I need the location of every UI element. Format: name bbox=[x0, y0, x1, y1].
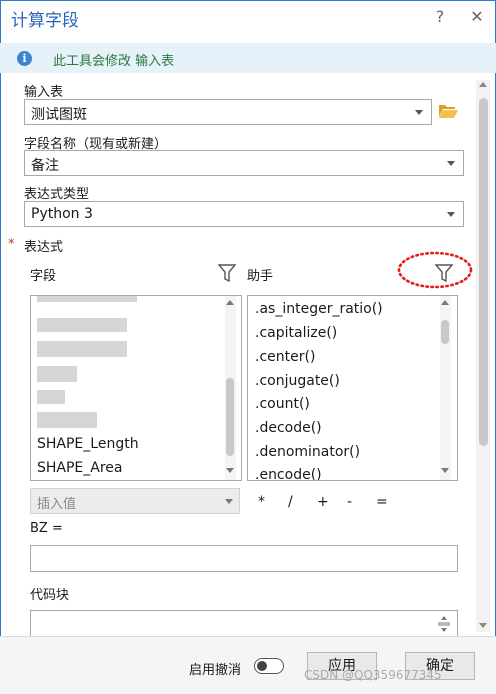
code-block-label: 代码块 bbox=[30, 588, 70, 603]
fields-list[interactable]: SHAPE_Length SHAPE_Area bbox=[30, 295, 242, 481]
helper-item[interactable]: .capitalize() bbox=[255, 325, 337, 341]
blurred-field bbox=[37, 296, 137, 302]
operator-equals-button[interactable]: = bbox=[376, 494, 388, 510]
helper-item[interactable]: .center() bbox=[255, 349, 315, 365]
folder-open-icon[interactable] bbox=[438, 103, 458, 119]
scroll-down-arrow-icon[interactable] bbox=[226, 468, 234, 473]
title-bar: 计算字段 ? ✕ bbox=[0, 0, 496, 36]
required-mark: * bbox=[8, 237, 15, 252]
scroll-down-arrow-icon[interactable] bbox=[479, 623, 487, 628]
expression-target-label: BZ = bbox=[30, 521, 63, 536]
resize-handle-icon[interactable] bbox=[437, 615, 451, 633]
helper-item[interactable]: .as_integer_ratio() bbox=[255, 301, 383, 317]
chevron-down-icon bbox=[225, 499, 233, 504]
helper-item[interactable]: .denominator() bbox=[255, 444, 360, 460]
operator-divide-button[interactable]: / bbox=[288, 494, 293, 510]
window-title: 计算字段 bbox=[11, 11, 79, 31]
operator-minus-button[interactable]: - bbox=[347, 494, 352, 510]
operator-multiply-button[interactable]: * bbox=[258, 494, 265, 510]
close-button[interactable]: ✕ bbox=[465, 6, 489, 28]
enable-undo-toggle[interactable] bbox=[254, 658, 284, 674]
helper-item[interactable]: .conjugate() bbox=[255, 373, 340, 389]
helper-item[interactable]: .decode() bbox=[255, 420, 322, 436]
enable-undo-label: 启用撤消 bbox=[189, 663, 242, 678]
blurred-field bbox=[37, 366, 77, 382]
field-name-value: 备注 bbox=[31, 158, 59, 174]
input-table-dropdown[interactable]: 测试图斑 bbox=[24, 99, 432, 125]
helper-item[interactable]: .count() bbox=[255, 396, 310, 412]
blurred-field bbox=[37, 412, 97, 428]
info-icon: i bbox=[17, 51, 32, 66]
expression-label: 表达式 bbox=[24, 240, 64, 255]
expression-type-value: Python 3 bbox=[31, 206, 93, 222]
chevron-down-icon bbox=[447, 161, 455, 166]
helpers-list[interactable]: .as_integer_ratio() .capitalize() .cente… bbox=[247, 295, 458, 481]
toggle-knob bbox=[257, 661, 267, 671]
insert-value-placeholder: 插入值 bbox=[37, 497, 77, 512]
input-table-label: 输入表 bbox=[24, 85, 64, 100]
expression-input[interactable] bbox=[30, 545, 458, 572]
blurred-field bbox=[37, 341, 127, 357]
info-bar: i 此工具会修改 输入表 bbox=[0, 43, 496, 73]
fields-header: 字段 bbox=[30, 269, 57, 284]
blurred-field bbox=[37, 390, 65, 404]
scroll-down-arrow-icon[interactable] bbox=[441, 468, 449, 473]
field-item[interactable]: SHAPE_Area bbox=[37, 460, 123, 476]
expression-type-label: 表达式类型 bbox=[24, 187, 90, 202]
expression-type-dropdown[interactable]: Python 3 bbox=[24, 201, 464, 227]
highlight-circle bbox=[397, 251, 473, 289]
help-button[interactable]: ? bbox=[428, 6, 452, 28]
watermark: CSDN @QQ359677345 bbox=[304, 668, 442, 682]
chevron-down-icon bbox=[415, 110, 423, 115]
chevron-down-icon bbox=[447, 212, 455, 217]
operator-plus-button[interactable]: + bbox=[317, 494, 329, 510]
scroll-up-arrow-icon[interactable] bbox=[441, 300, 449, 305]
field-name-dropdown[interactable]: 备注 bbox=[24, 150, 464, 176]
blurred-field bbox=[37, 318, 127, 332]
scroll-up-arrow-icon[interactable] bbox=[479, 82, 487, 87]
panel-scroll-thumb[interactable] bbox=[479, 98, 488, 446]
helpers-header: 助手 bbox=[247, 269, 274, 284]
info-message: 此工具会修改 输入表 bbox=[53, 54, 175, 69]
input-table-value: 测试图斑 bbox=[31, 107, 87, 123]
helpers-scroll-thumb[interactable] bbox=[441, 320, 449, 344]
helper-item[interactable]: .encode() bbox=[255, 467, 322, 480]
insert-value-dropdown[interactable]: 插入值 bbox=[30, 488, 240, 514]
fields-filter-icon[interactable] bbox=[218, 263, 236, 283]
fields-scroll-thumb[interactable] bbox=[226, 378, 234, 456]
field-item[interactable]: SHAPE_Length bbox=[37, 436, 139, 452]
scroll-up-arrow-icon[interactable] bbox=[226, 300, 234, 305]
